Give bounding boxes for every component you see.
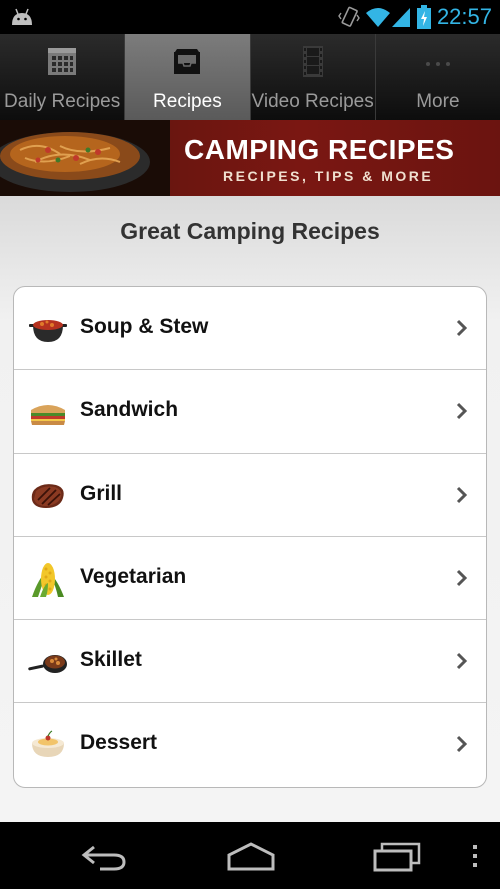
category-soup-stew[interactable]: Soup & Stew (14, 287, 486, 371)
category-dessert[interactable]: Dessert (14, 703, 486, 786)
chevron-right-icon (456, 736, 468, 753)
film-icon (302, 46, 323, 77)
recents-icon[interactable] (372, 839, 422, 873)
banner-title: CAMPING RECIPES (184, 134, 455, 165)
page-title: Great Camping Recipes (120, 218, 380, 244)
chevron-right-icon (456, 486, 468, 503)
soup-pot-icon (29, 320, 67, 342)
sandwich-icon (31, 405, 65, 426)
tab-recipes[interactable]: Recipes (125, 34, 251, 120)
overflow-menu-icon[interactable] (468, 839, 482, 873)
tab-label: Video Recipes (251, 91, 374, 112)
calendar-icon (48, 48, 77, 75)
category-vegetarian[interactable]: Vegetarian (14, 537, 486, 621)
category-grill[interactable]: Grill (14, 454, 486, 537)
category-sandwich[interactable]: Sandwich (14, 370, 486, 454)
tab-daily-recipes[interactable]: Daily Recipes (0, 34, 126, 120)
category-label: Soup & Stew (80, 315, 209, 338)
category-skillet[interactable]: Skillet (14, 620, 486, 704)
system-nav-bar (0, 822, 500, 889)
main-content: Great Camping Recipes Soup & Stew Sandwi… (0, 196, 500, 822)
chevron-right-icon (456, 653, 468, 670)
tab-video-recipes[interactable]: Video Recipes (251, 34, 376, 120)
inbox-icon (174, 49, 201, 74)
category-label: Skillet (80, 648, 142, 672)
category-label: Dessert (80, 731, 158, 755)
android-icon (12, 8, 32, 25)
vibrate-icon (338, 6, 360, 27)
category-label: Sandwich (80, 398, 179, 422)
status-clock: 22:57 (436, 4, 492, 29)
chevron-right-icon (456, 569, 468, 586)
category-label: Vegetarian (80, 564, 187, 588)
chevron-right-icon (456, 403, 468, 420)
campfire-pan-image (0, 120, 170, 196)
wifi-icon (366, 8, 390, 27)
tab-label: Daily Recipes (4, 91, 121, 112)
chevron-right-icon (456, 319, 468, 337)
tab-label: More (416, 91, 460, 112)
tab-label: Recipes (153, 91, 222, 112)
battery-charging-icon (417, 5, 431, 29)
skillet-icon (28, 655, 67, 674)
steak-icon (31, 483, 64, 508)
tab-more[interactable]: More (376, 34, 500, 120)
tab-bar: Daily Recipes Recipes Video Recipes More (0, 34, 500, 120)
banner-subtitle: RECIPES, TIPS & MORE (223, 168, 434, 184)
category-label: Grill (80, 481, 123, 505)
home-icon[interactable] (226, 839, 276, 873)
back-icon[interactable] (80, 839, 128, 873)
recipe-category-list: Soup & Stew Sandwich Grill Vegetarian Sk… (13, 286, 487, 788)
more-dots-icon (425, 62, 450, 66)
banner: CAMPING RECIPES RECIPES, TIPS & MORE (0, 120, 500, 196)
signal-icon (392, 8, 410, 27)
corn-icon (32, 562, 64, 597)
status-bar: 22:57 (0, 0, 500, 34)
dessert-bowl-icon (32, 730, 64, 758)
